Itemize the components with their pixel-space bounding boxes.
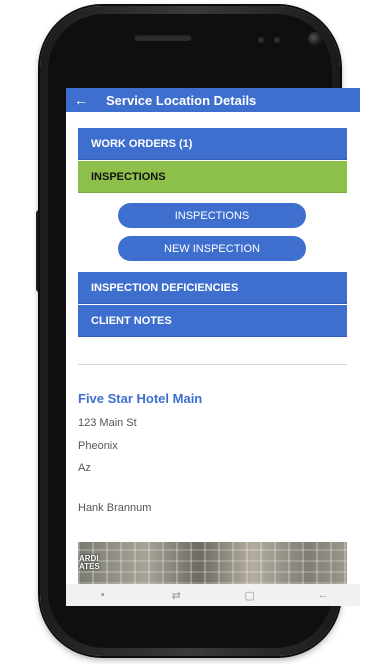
- app-bar: ← Service Location Details: [66, 88, 360, 112]
- location-state: Az: [78, 462, 91, 474]
- map-label: ARDI ATES: [79, 555, 100, 571]
- section-label: WORK ORDERS (1): [91, 137, 193, 150]
- phone-sensor: [258, 37, 264, 43]
- phone-camera: [308, 32, 322, 46]
- location-city: Pheonix: [78, 440, 118, 452]
- section-client-notes[interactable]: CLIENT NOTES: [78, 305, 347, 337]
- section-label: INSPECTION DEFICIENCIES: [91, 281, 239, 294]
- section-label: INSPECTIONS: [91, 170, 166, 183]
- location-name: Five Star Hotel Main: [78, 391, 203, 406]
- phone-speaker: [134, 34, 192, 41]
- details-content[interactable]: WORK ORDERS (1) INSPECTIONS INSPECTIONS …: [66, 112, 360, 584]
- section-label: CLIENT NOTES: [91, 314, 172, 327]
- page-title: Service Location Details: [106, 92, 257, 108]
- recent-apps-icon[interactable]: ⇄: [161, 589, 191, 602]
- section-inspections[interactable]: INSPECTIONS: [78, 161, 347, 193]
- inspections-button[interactable]: INSPECTIONS: [118, 203, 306, 228]
- phone-screen: ← Service Location Details WORK ORDERS (…: [66, 88, 360, 606]
- divider: [78, 364, 347, 365]
- android-nav-bar: • ⇄ ▢ ←: [66, 584, 360, 606]
- location-contact: Hank Brannum: [78, 502, 152, 514]
- back-icon[interactable]: ←: [308, 589, 338, 601]
- phone-sensor: [274, 37, 280, 43]
- section-work-orders[interactable]: WORK ORDERS (1): [78, 128, 347, 160]
- location-map[interactable]: ARDI ATES: [78, 542, 347, 584]
- home-icon[interactable]: ▢: [235, 589, 265, 602]
- map-label-text: ARDI ATES: [79, 554, 100, 571]
- nav-dot-icon[interactable]: •: [88, 589, 118, 601]
- new-inspection-button[interactable]: NEW INSPECTION: [118, 236, 306, 261]
- arrow-left-icon[interactable]: ←: [66, 88, 96, 112]
- location-street: 123 Main St: [78, 417, 137, 429]
- section-inspection-deficiencies[interactable]: INSPECTION DEFICIENCIES: [78, 272, 347, 304]
